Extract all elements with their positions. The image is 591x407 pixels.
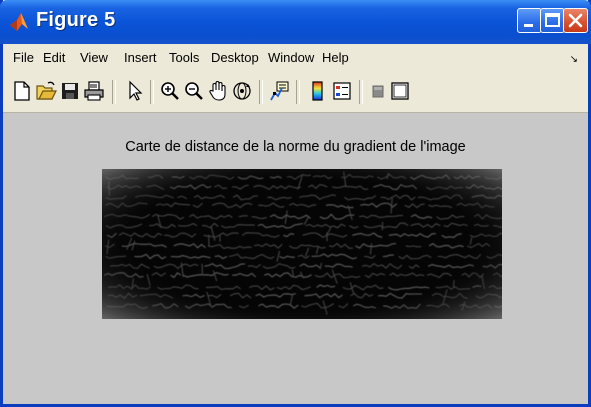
minimize-icon <box>524 24 533 27</box>
hide-plot-tools-icon[interactable] <box>367 80 389 102</box>
toolbar-separator <box>112 80 116 104</box>
matlab-logo-icon <box>10 13 28 31</box>
open-file-icon[interactable] <box>35 80 57 102</box>
toolbar-separator <box>150 80 154 104</box>
data-cursor-icon[interactable] <box>268 80 290 102</box>
toolbar-separator <box>259 80 263 104</box>
menu-bar: File Edit View Insert Tools Desktop Wind… <box>3 44 588 72</box>
maximize-button[interactable] <box>540 8 565 33</box>
menu-desktop[interactable]: Desktop <box>211 50 259 65</box>
save-icon[interactable] <box>59 80 81 102</box>
close-button[interactable] <box>563 8 588 33</box>
zoom-out-icon[interactable] <box>183 80 205 102</box>
show-plot-tools-icon[interactable] <box>389 80 411 102</box>
edit-plot-arrow-icon[interactable] <box>124 80 146 102</box>
plot-title: Carte de distance de la norme du gradien… <box>125 139 466 155</box>
figure-window: Figure 5 File Edit View Insert Tools Des… <box>0 0 591 407</box>
print-icon[interactable] <box>83 80 105 102</box>
pan-hand-icon[interactable] <box>207 80 229 102</box>
close-icon <box>568 13 583 28</box>
new-figure-icon[interactable] <box>11 80 33 102</box>
rotate-3d-icon[interactable] <box>231 80 253 102</box>
window-title: Figure 5 <box>36 9 116 31</box>
zoom-in-icon[interactable] <box>159 80 181 102</box>
toolbar-separator <box>296 80 300 104</box>
insert-legend-icon[interactable] <box>331 80 353 102</box>
menu-window[interactable]: Window <box>268 50 314 65</box>
menu-edit[interactable]: Edit <box>43 50 65 65</box>
menu-help[interactable]: Help <box>322 50 349 65</box>
menu-file[interactable]: File <box>13 50 34 65</box>
menubar-dock-arrow-icon[interactable]: ↘ <box>570 54 578 65</box>
figure-canvas[interactable]: Carte de distance de la norme du gradien… <box>3 113 588 404</box>
minimize-button[interactable] <box>517 8 542 33</box>
menu-view[interactable]: View <box>80 50 108 65</box>
gradient-distance-map-image[interactable] <box>102 169 502 319</box>
insert-colorbar-icon[interactable] <box>307 80 329 102</box>
maximize-icon <box>545 13 560 27</box>
menu-tools[interactable]: Tools <box>169 50 199 65</box>
figure-toolbar <box>3 72 588 113</box>
title-bar[interactable]: Figure 5 <box>0 0 591 44</box>
menu-insert[interactable]: Insert <box>124 50 157 65</box>
toolbar-separator <box>359 80 363 104</box>
